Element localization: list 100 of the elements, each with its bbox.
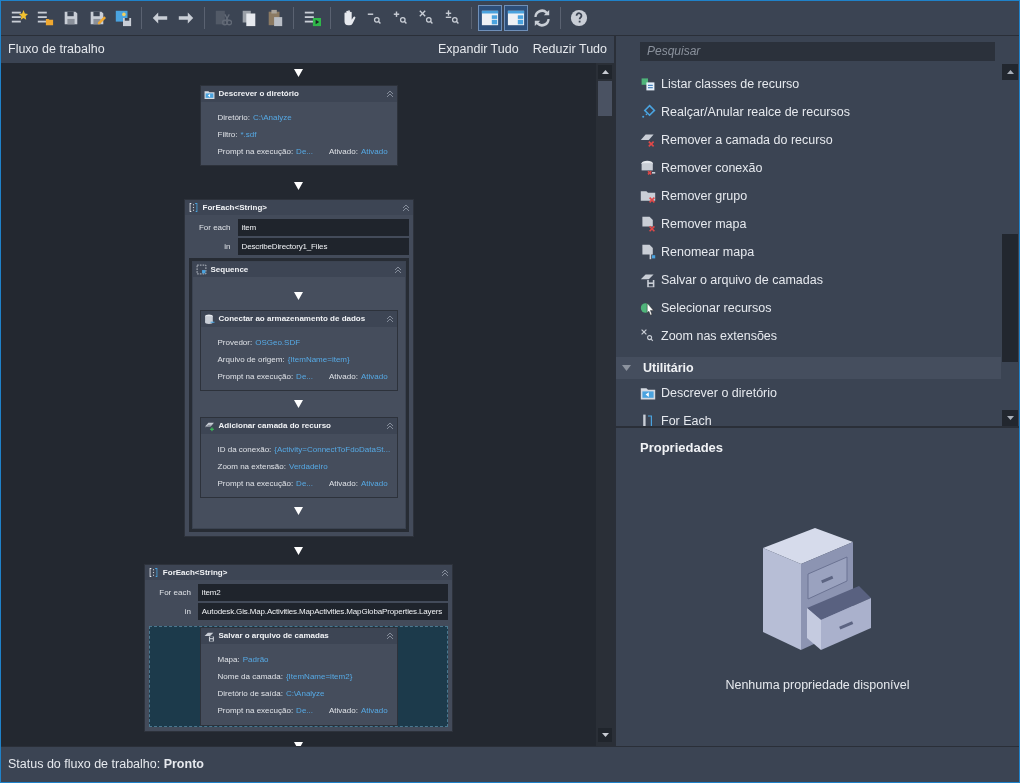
collapse-icon[interactable] bbox=[385, 315, 394, 323]
tool-item[interactable]: Zoom nas extensões bbox=[616, 322, 1001, 350]
header-link[interactable]: Expandir Tudo bbox=[438, 40, 519, 59]
tool-item[interactable]: For Each bbox=[616, 407, 1001, 426]
open-workflow-icon bbox=[36, 9, 54, 27]
sequence-icon bbox=[195, 264, 207, 275]
property-label: Ativado: bbox=[329, 145, 358, 158]
activity-card[interactable]: Conectar ao armazenamento de dados Provedor: OSGeo.SDF Arquivo de origem: {ItemName=item} Prompt na execução: De... Ativado: Ativado bbox=[199, 310, 398, 391]
input-field[interactable]: Autodesk.Gis.Map.Activities.MapActivities.MapGlobaProperties.Layers bbox=[197, 603, 449, 620]
search-field[interactable]: Pesquisar bbox=[640, 41, 995, 61]
property-label: Nome da camada: bbox=[217, 670, 283, 683]
layout-icon bbox=[481, 9, 499, 27]
folder-icon bbox=[640, 385, 656, 401]
property-label: Arquivo de origem: bbox=[217, 353, 285, 366]
panel-title: Propriedades bbox=[640, 439, 725, 457]
help-icon bbox=[570, 9, 588, 27]
scrollbar[interactable] bbox=[1001, 64, 1019, 426]
collapse-icon[interactable] bbox=[385, 90, 394, 98]
scroll-down-button[interactable] bbox=[1002, 410, 1018, 426]
tool-item[interactable]: Remover grupo bbox=[616, 182, 1001, 210]
arrow-icon bbox=[294, 547, 303, 555]
caret-down-icon bbox=[601, 733, 609, 737]
tool-item[interactable]: Selecionar recursos bbox=[616, 294, 1001, 322]
empty-message: Nenhuma propriedade disponível bbox=[725, 676, 910, 694]
arrow-icon bbox=[294, 292, 303, 300]
run-workflow-icon bbox=[303, 9, 321, 27]
zoom-extents-icon bbox=[640, 328, 656, 344]
layout-toggle[interactable] bbox=[504, 5, 528, 31]
property-label: Diretório: bbox=[217, 111, 250, 124]
input-field[interactable]: item bbox=[237, 219, 409, 236]
collapse-icon[interactable] bbox=[401, 203, 410, 212]
scrollbar[interactable] bbox=[596, 63, 614, 746]
category-header[interactable]: Utilitário bbox=[616, 357, 1001, 379]
feature-list-icon bbox=[640, 76, 656, 92]
tool-item[interactable]: Realçar/Anular realce de recursos bbox=[616, 98, 1001, 126]
tool-item[interactable]: Remover a camada do recurso bbox=[616, 126, 1001, 154]
field-label: in bbox=[223, 240, 231, 253]
drop-zone[interactable]: Salvar o arquivo de camadas Mapa: Padrão Nome da camada: {ItemName=item2} Diretório de saída: C:\Analyze Prompt na execução: De... Ativado: Ativado bbox=[148, 626, 449, 727]
input-field[interactable]: item2 bbox=[197, 584, 449, 601]
layout-icon bbox=[507, 9, 525, 27]
foreach-card[interactable] bbox=[143, 564, 454, 732]
input-field[interactable]: DescribeDirectory1_Files bbox=[237, 238, 409, 255]
scroll-thumb[interactable] bbox=[1002, 234, 1018, 362]
activity-title: Conectar ao armazenamento de dados bbox=[218, 313, 366, 325]
scroll-up-button[interactable] bbox=[598, 65, 612, 79]
scroll-thumb[interactable] bbox=[598, 81, 612, 116]
collapse-icon[interactable] bbox=[441, 568, 450, 577]
collapse-icon[interactable] bbox=[385, 632, 394, 640]
tool-item[interactable]: Descrever o diretório bbox=[616, 379, 1001, 407]
property-value[interactable]: De... bbox=[296, 370, 313, 383]
scroll-up-button[interactable] bbox=[1002, 64, 1018, 80]
copy-icon bbox=[240, 9, 258, 27]
activity-card[interactable]: Adicionar camada do recurso ID da conexão: {Activity=ConnectToFdoDataSt... Zoom na extensão: Verdadeiro Prompt na execução: De... Ativado: Ativado bbox=[199, 417, 398, 498]
caret-down-icon bbox=[1006, 416, 1014, 420]
activity-card[interactable]: Descrever o diretório Diretório: C:\Analyze Filtro: *.sdf Prompt na execução: De... Ativado: Ativado bbox=[199, 85, 398, 166]
collapse-icon[interactable] bbox=[385, 422, 394, 430]
tool-item[interactable]: Remover conexão bbox=[616, 154, 1001, 182]
map-rename-icon bbox=[640, 244, 656, 260]
activity-title: Adicionar camada do recurso bbox=[218, 420, 331, 432]
highlight-icon bbox=[640, 104, 656, 120]
bracket-icon bbox=[187, 202, 199, 213]
property-value[interactable]: Padrão bbox=[242, 653, 269, 666]
tool-item[interactable]: Salvar o arquivo de camadas bbox=[616, 266, 1001, 294]
property-value[interactable]: De... bbox=[296, 704, 313, 717]
property-label: Prompt na execução: bbox=[217, 370, 294, 383]
tool-item[interactable]: Remover mapa bbox=[616, 210, 1001, 238]
refresh-icon bbox=[533, 9, 551, 27]
foreach-card[interactable] bbox=[183, 199, 414, 537]
layout-toggle[interactable] bbox=[478, 5, 502, 31]
property-value[interactable]: C:\Analyze bbox=[252, 111, 292, 124]
paste-icon bbox=[266, 9, 284, 27]
tool-item[interactable]: Listar classes de recurso bbox=[616, 70, 1001, 98]
expand-icon bbox=[622, 365, 631, 371]
folder-remove-icon bbox=[640, 188, 656, 204]
panel-title: Fluxo de trabalho bbox=[8, 41, 105, 59]
collapse-icon[interactable] bbox=[393, 265, 402, 274]
caret-up-icon bbox=[1006, 70, 1014, 74]
property-value[interactable]: *.sdf bbox=[240, 128, 257, 141]
property-label: Prompt na execução: bbox=[217, 477, 294, 490]
activity-card[interactable]: Salvar o arquivo de camadas Mapa: Padrão Nome da camada: {ItemName=item2} Diretório de saída: C:\Analyze Prompt na execução: De... Ativado: Ativado bbox=[199, 627, 398, 726]
property-label: ID da conexão: bbox=[217, 443, 272, 456]
property-label: Filtro: bbox=[217, 128, 238, 141]
sequence-container[interactable] bbox=[188, 258, 409, 532]
property-value[interactable]: OSGeo.SDF bbox=[255, 336, 301, 349]
property-label: Prompt na execução: bbox=[217, 145, 294, 158]
property-value[interactable]: Verdadeiro bbox=[289, 460, 328, 473]
database-icon bbox=[203, 313, 215, 325]
property-value[interactable]: De... bbox=[296, 145, 313, 158]
map-remove-icon bbox=[640, 216, 656, 232]
header-link[interactable]: Reduzir Tudo bbox=[532, 40, 607, 59]
tool-item[interactable]: Renomear mapa bbox=[616, 238, 1001, 266]
property-value[interactable]: De... bbox=[296, 477, 313, 490]
property-label: Ativado: bbox=[329, 477, 358, 490]
folder-icon bbox=[203, 88, 215, 100]
scroll-down-button[interactable] bbox=[598, 728, 612, 742]
layer-add-icon bbox=[203, 420, 215, 432]
image-save-icon bbox=[114, 9, 132, 27]
activity-title: ForEach<String> bbox=[202, 201, 267, 214]
layer-save-icon bbox=[640, 272, 656, 288]
property-label: Provedor: bbox=[217, 336, 253, 349]
